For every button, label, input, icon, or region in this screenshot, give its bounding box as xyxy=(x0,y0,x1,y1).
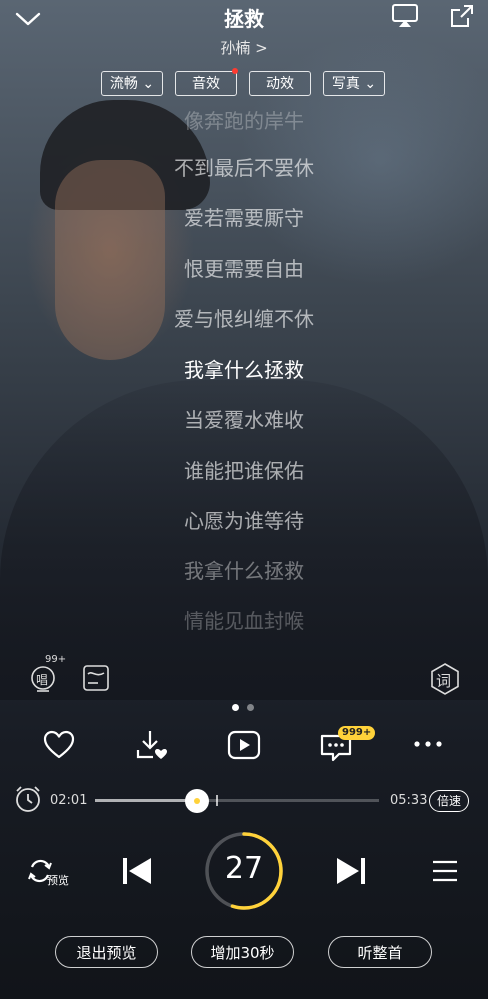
play-full-song-button[interactable]: 听整首 xyxy=(328,936,432,968)
progress-track[interactable] xyxy=(95,799,379,802)
sing-count-badge: 99+ xyxy=(45,654,67,665)
lyric-line[interactable]: 像奔跑的岸牛 xyxy=(0,105,488,134)
airplay-icon[interactable] xyxy=(391,3,419,29)
current-time: 02:01 xyxy=(50,793,88,808)
visual-effect-chip[interactable]: 动效 xyxy=(249,71,311,96)
comment-count-badge: 999+ xyxy=(338,726,376,740)
lyrics-toggle-label: 词 xyxy=(436,672,452,690)
previous-track-icon[interactable] xyxy=(121,856,153,886)
sound-effect-chip[interactable]: 音效 xyxy=(175,71,237,96)
exit-preview-button[interactable]: 退出预览 xyxy=(55,936,158,968)
preview-end-marker xyxy=(216,795,218,806)
total-time: 05:33 xyxy=(390,793,428,808)
karaoke-button[interactable]: 唱 99+ xyxy=(28,654,66,696)
lyric-line[interactable]: 爱与恨纠缠不休 xyxy=(0,303,488,332)
lyric-line[interactable]: 我拿什么拯救 xyxy=(0,555,488,584)
add-30-seconds-button[interactable]: 增加30秒 xyxy=(191,936,294,968)
artist-link[interactable]: 孙楠 > xyxy=(0,37,488,58)
lyric-line[interactable]: 谁能把谁保佑 xyxy=(0,455,488,484)
lyric-line[interactable]: 心愿为谁等待 xyxy=(0,505,488,534)
page-indicator xyxy=(247,704,254,711)
lyric-line[interactable]: 当爱覆水难收 xyxy=(0,404,488,433)
download-icon[interactable] xyxy=(135,728,169,762)
lyrics-toggle-button[interactable]: 词 xyxy=(429,662,461,696)
quality-chip[interactable]: 流畅 ⌄ xyxy=(101,71,163,96)
more-icon[interactable] xyxy=(412,736,444,752)
new-indicator-dot xyxy=(232,68,238,74)
progress-thumb-dot xyxy=(194,798,201,804)
heart-icon[interactable] xyxy=(43,730,75,760)
countdown-ring[interactable]: 27 xyxy=(203,830,285,912)
progress-fill xyxy=(95,799,198,802)
lyric-line[interactable]: 情能见血封喉 xyxy=(0,605,488,634)
lyric-line[interactable]: 不到最后不罢休 xyxy=(0,152,488,181)
poster-icon[interactable] xyxy=(82,664,110,692)
photo-chip[interactable]: 写真 ⌄ xyxy=(323,71,385,96)
page-indicator-active xyxy=(232,704,239,711)
countdown-number: 27 xyxy=(224,851,264,886)
preview-mode-button[interactable]: 预览 xyxy=(25,856,73,888)
playlist-icon[interactable] xyxy=(431,859,459,883)
sing-label: 唱 xyxy=(36,673,49,687)
preview-label: 预览 xyxy=(47,874,69,887)
lyric-line-current[interactable]: 我拿什么拯救 xyxy=(0,354,488,383)
video-icon[interactable] xyxy=(227,730,261,760)
next-track-icon[interactable] xyxy=(335,856,367,886)
share-icon[interactable] xyxy=(448,2,476,30)
sleep-timer-icon[interactable] xyxy=(14,785,42,813)
lyric-line[interactable]: 恨更需要自由 xyxy=(0,253,488,282)
playback-speed-button[interactable]: 倍速 xyxy=(429,790,469,812)
lyric-line[interactable]: 爱若需要厮守 xyxy=(0,202,488,231)
